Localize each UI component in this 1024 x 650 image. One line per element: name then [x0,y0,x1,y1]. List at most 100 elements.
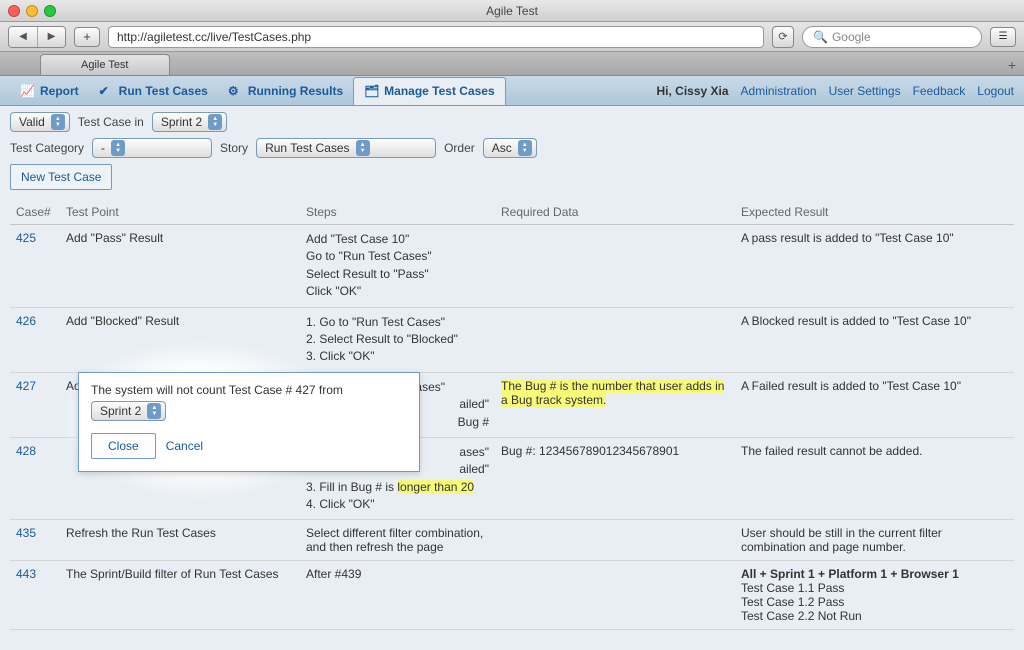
browser-toolbar: ◀ ▶ + http://agiletest.cc/live/TestCases… [0,22,1024,52]
close-button[interactable]: Close [91,433,156,459]
step: Add "Test Case 10" [306,231,489,248]
case-link[interactable]: 443 [10,561,60,630]
case-link[interactable]: 435 [10,520,60,561]
status-value: Valid [19,115,45,129]
nav-running-results[interactable]: ⚙ Running Results [218,78,353,104]
back-button[interactable]: ◀ [9,27,37,47]
test-point: Add "Pass" Result [60,225,300,308]
steps: After #439 [300,561,495,630]
steps: Select different filter combination, and… [300,520,495,561]
nav-manage-test-cases[interactable]: 🗂 Manage Test Cases [353,77,506,105]
step: Select Result to "Pass" [306,266,489,283]
case-link[interactable]: 427 [10,372,60,437]
gear-icon: ⚙ [228,84,244,98]
expected-line: Test Case 1.2 Pass [741,595,1008,609]
search-icon: 🔍 [813,30,828,44]
checklist-icon: ✔ [99,84,115,98]
nav-label: Running Results [248,84,343,98]
status-select[interactable]: Valid ▲▼ [10,112,70,132]
step: Click "OK" [306,283,489,300]
test-point: The Sprint/Build filter of Run Test Case… [60,561,300,630]
browser-tab[interactable]: Agile Test [40,54,170,75]
table-row: 435 Refresh the Run Test Cases Select di… [10,520,1014,561]
step3-pre: 3. Fill in Bug # is [306,480,397,494]
chevron-updown-icon: ▲▼ [518,140,532,156]
step: 3. Click "OK" [306,348,489,365]
chevron-updown-icon: ▲▼ [51,114,65,130]
test-point: Add "Blocked" Result [60,307,300,372]
chart-icon: 📈 [20,84,36,98]
nav-label: Report [40,84,79,98]
category-value: - [101,141,105,155]
dialog-sprint-select[interactable]: Sprint 2 ▲▼ [91,401,166,421]
expected-result: A Failed result is added to "Test Case 1… [735,372,1014,437]
link-logout[interactable]: Logout [977,84,1014,98]
confirm-dialog: The system will not count Test Case # 42… [78,372,420,472]
nav-report[interactable]: 📈 Report [10,78,89,104]
category-select[interactable]: - ▲▼ [92,138,212,158]
nav-label: Run Test Cases [119,84,208,98]
link-administration[interactable]: Administration [741,84,817,98]
steps: Add "Test Case 10" Go to "Run Test Cases… [300,225,495,308]
case-link[interactable]: 428 [10,437,60,520]
dialog-text: The system will not count Test Case # 42… [91,383,343,397]
sprint-value: Sprint 2 [161,115,202,129]
tab-label: Agile Test [81,59,129,71]
expected-result: The failed result cannot be added. [735,437,1014,520]
required-data [495,225,735,308]
required-data [495,520,735,561]
chevron-updown-icon: ▲▼ [356,140,370,156]
link-user-settings[interactable]: User Settings [829,84,901,98]
url-bar[interactable]: http://agiletest.cc/live/TestCases.php [108,26,764,48]
page-menu-button[interactable]: ☰ [990,27,1016,47]
col-steps: Steps [300,200,495,225]
table-icon: 🗂 [364,84,380,98]
link-feedback[interactable]: Feedback [913,84,966,98]
search-box[interactable]: 🔍 Google [802,26,982,48]
in-label: Test Case in [78,115,144,129]
step: 1. Go to "Run Test Cases" [306,314,489,331]
expected-line: Test Case 2.2 Not Run [741,609,1008,623]
col-point: Test Point [60,200,300,225]
test-point: Refresh the Run Test Cases [60,520,300,561]
category-label: Test Category [10,141,84,155]
forward-button[interactable]: ▶ [37,27,65,47]
sprint-select[interactable]: Sprint 2 ▲▼ [152,112,227,132]
step: 4. Click "OK" [306,496,489,513]
nav-buttons: ◀ ▶ [8,26,66,48]
filter-row-1: Valid ▲▼ Test Case in Sprint 2 ▲▼ [10,112,1014,132]
story-label: Story [220,141,248,155]
app-navbar: 📈 Report ✔ Run Test Cases ⚙ Running Resu… [0,76,1024,106]
order-select[interactable]: Asc ▲▼ [483,138,537,158]
step: Go to "Run Test Cases" [306,248,489,265]
col-expected: Expected Result [735,200,1014,225]
window-title: Agile Test [0,4,1024,18]
add-bookmark-button[interactable]: + [74,27,100,47]
nav-right: Hi, Cissy Xia Administration User Settin… [656,84,1014,98]
expected-line: Test Case 1.1 Pass [741,581,1008,595]
expected-result: All + Sprint 1 + Platform 1 + Browser 1 … [735,561,1014,630]
dialog-buttons: Close Cancel [91,433,407,459]
order-value: Asc [492,141,512,155]
new-tab-button[interactable]: + [1000,55,1024,75]
mac-titlebar: Agile Test [0,0,1024,22]
filter-row-2: Test Category - ▲▼ Story Run Test Cases … [10,138,1014,158]
search-placeholder: Google [832,30,871,44]
required-hl: The Bug # is the number that user adds i… [501,379,724,407]
cancel-link[interactable]: Cancel [166,439,203,453]
chevron-updown-icon: ▲▼ [111,140,125,156]
reload-button[interactable]: ⟳ [772,26,794,48]
nav-run-test-cases[interactable]: ✔ Run Test Cases [89,78,218,104]
new-test-case-button[interactable]: New Test Case [10,164,112,190]
col-required: Required Data [495,200,735,225]
case-link[interactable]: 426 [10,307,60,372]
story-select[interactable]: Run Test Cases ▲▼ [256,138,436,158]
steps: 1. Go to "Run Test Cases" 2. Select Resu… [300,307,495,372]
dialog-message: The system will not count Test Case # 42… [91,383,407,421]
expected-result: User should be still in the current filt… [735,520,1014,561]
required-data: Bug #: 123456789012345678901 [495,437,735,520]
tab-strip: Agile Test + [0,52,1024,76]
greeting: Hi, Cissy Xia [656,84,728,98]
case-link[interactable]: 425 [10,225,60,308]
table-header-row: Case# Test Point Steps Required Data Exp… [10,200,1014,225]
